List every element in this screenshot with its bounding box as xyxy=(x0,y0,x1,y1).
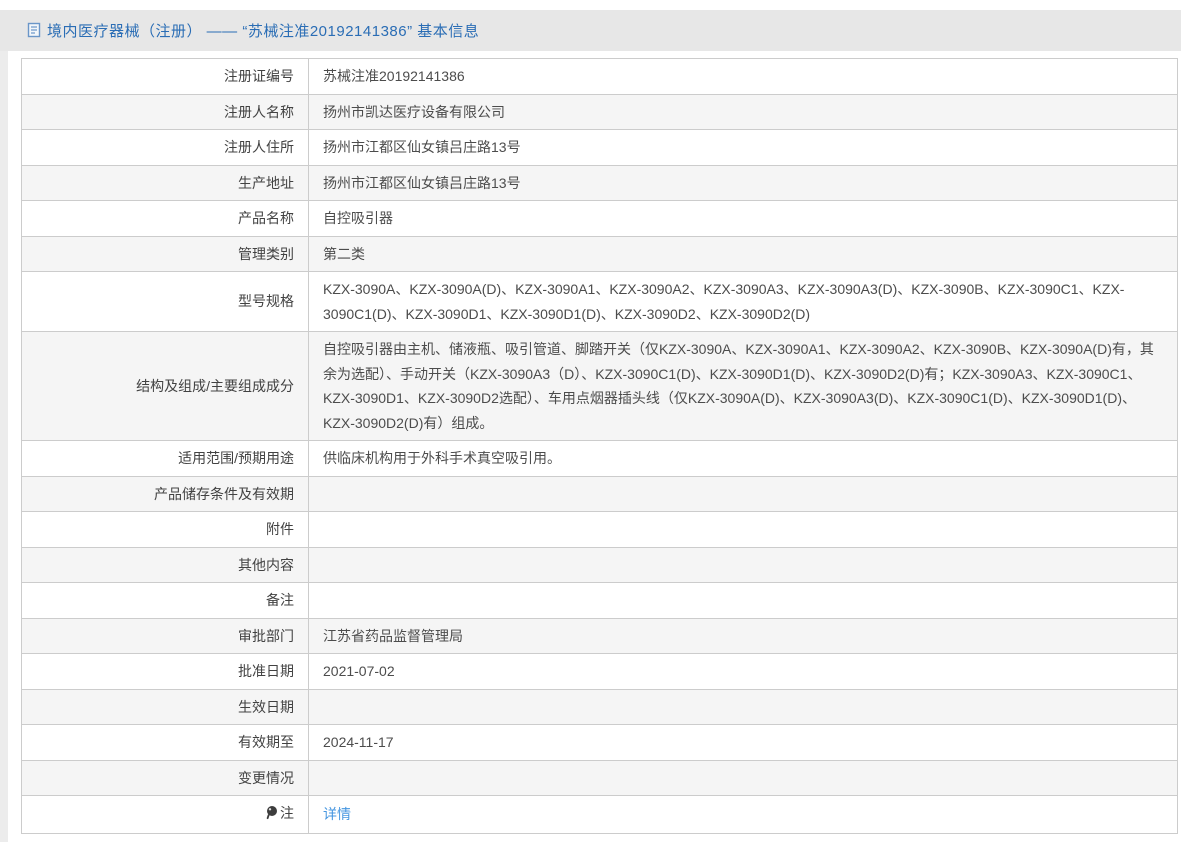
content-panel: 注册证编号 苏械注准20192141386 注册人名称 扬州市凯达医疗设备有限公… xyxy=(8,51,1181,842)
row-value xyxy=(308,582,1178,619)
table-row: 注册证编号 苏械注准20192141386 xyxy=(21,58,1178,95)
row-label: 产品名称 xyxy=(21,200,309,237)
row-label: 管理类别 xyxy=(21,235,309,272)
row-value: 详情 xyxy=(308,795,1178,834)
row-value: 江苏省药品监督管理局 xyxy=(308,617,1178,654)
row-label: 注册人名称 xyxy=(21,93,309,130)
row-label: 审批部门 xyxy=(21,617,309,654)
row-value: 自控吸引器 xyxy=(308,200,1178,237)
row-label: 批准日期 xyxy=(21,653,309,690)
row-label: 型号规格 xyxy=(21,271,309,332)
row-label: 变更情况 xyxy=(21,759,309,796)
row-value: 供临床机构用于外科手术真空吸引用。 xyxy=(308,440,1178,477)
row-value xyxy=(308,759,1178,796)
table-row: 产品名称 自控吸引器 xyxy=(21,200,1178,237)
row-value: KZX-3090A、KZX-3090A(D)、KZX-3090A1、KZX-30… xyxy=(308,271,1178,332)
table-row: 管理类别 第二类 xyxy=(21,235,1178,272)
row-label: 生产地址 xyxy=(21,164,309,201)
table-row: 备注 xyxy=(21,582,1178,619)
row-label: 其他内容 xyxy=(21,546,309,583)
registration-info-table: 注册证编号 苏械注准20192141386 注册人名称 扬州市凯达医疗设备有限公… xyxy=(21,58,1178,834)
table-row: 审批部门 江苏省药品监督管理局 xyxy=(21,617,1178,654)
row-label: 产品储存条件及有效期 xyxy=(21,475,309,512)
row-label: 备注 xyxy=(21,582,309,619)
top-strip xyxy=(0,0,1181,10)
document-icon xyxy=(27,22,42,42)
table-row: 生产地址 扬州市江都区仙女镇吕庄路13号 xyxy=(21,164,1178,201)
row-value xyxy=(308,475,1178,512)
row-value: 扬州市凯达医疗设备有限公司 xyxy=(308,93,1178,130)
table-row: 其他内容 xyxy=(21,546,1178,583)
row-label: 附件 xyxy=(21,511,309,548)
table-row: 结构及组成/主要组成成分 自控吸引器由主机、储液瓶、吸引管道、脚踏开关（仅KZX… xyxy=(21,331,1178,441)
row-value: 第二类 xyxy=(308,235,1178,272)
row-label: 适用范围/预期用途 xyxy=(21,440,309,477)
row-value: 2021-07-02 xyxy=(308,653,1178,690)
row-value: 苏械注准20192141386 xyxy=(308,58,1178,95)
row-label: 生效日期 xyxy=(21,688,309,725)
table-row: 变更情况 xyxy=(21,759,1178,796)
table-row: 注 详情 xyxy=(21,795,1178,834)
row-label: 有效期至 xyxy=(21,724,309,761)
row-label: 结构及组成/主要组成成分 xyxy=(21,331,309,441)
table-row: 附件 xyxy=(21,511,1178,548)
page-title: 境内医疗器械（注册） —— “苏械注准20192141386” 基本信息 xyxy=(47,23,480,40)
table-row: 产品储存条件及有效期 xyxy=(21,475,1178,512)
row-value: 扬州市江都区仙女镇吕庄路13号 xyxy=(308,129,1178,166)
row-value xyxy=(308,546,1178,583)
row-label: 注册人住所 xyxy=(21,129,309,166)
table-row: 生效日期 xyxy=(21,688,1178,725)
row-value xyxy=(308,688,1178,725)
detail-link[interactable]: 详情 xyxy=(323,806,351,822)
table-row: 注册人名称 扬州市凯达医疗设备有限公司 xyxy=(21,93,1178,130)
row-value: 扬州市江都区仙女镇吕庄路13号 xyxy=(308,164,1178,201)
table-row: 批准日期 2021-07-02 xyxy=(21,653,1178,690)
table-row: 适用范围/预期用途 供临床机构用于外科手术真空吸引用。 xyxy=(21,440,1178,477)
note-bulb-icon xyxy=(265,803,278,828)
row-value: 2024-11-17 xyxy=(308,724,1178,761)
row-label-note: 注 xyxy=(21,795,309,834)
table-row: 有效期至 2024-11-17 xyxy=(21,724,1178,761)
table-row: 型号规格 KZX-3090A、KZX-3090A(D)、KZX-3090A1、K… xyxy=(21,271,1178,332)
page-header: 境内医疗器械（注册） —— “苏械注准20192141386” 基本信息 xyxy=(0,10,1181,51)
row-value: 自控吸引器由主机、储液瓶、吸引管道、脚踏开关（仅KZX-3090A、KZX-30… xyxy=(308,331,1178,441)
table-row: 注册人住所 扬州市江都区仙女镇吕庄路13号 xyxy=(21,129,1178,166)
row-label: 注 xyxy=(280,805,294,821)
row-value xyxy=(308,511,1178,548)
row-label: 注册证编号 xyxy=(21,58,309,95)
